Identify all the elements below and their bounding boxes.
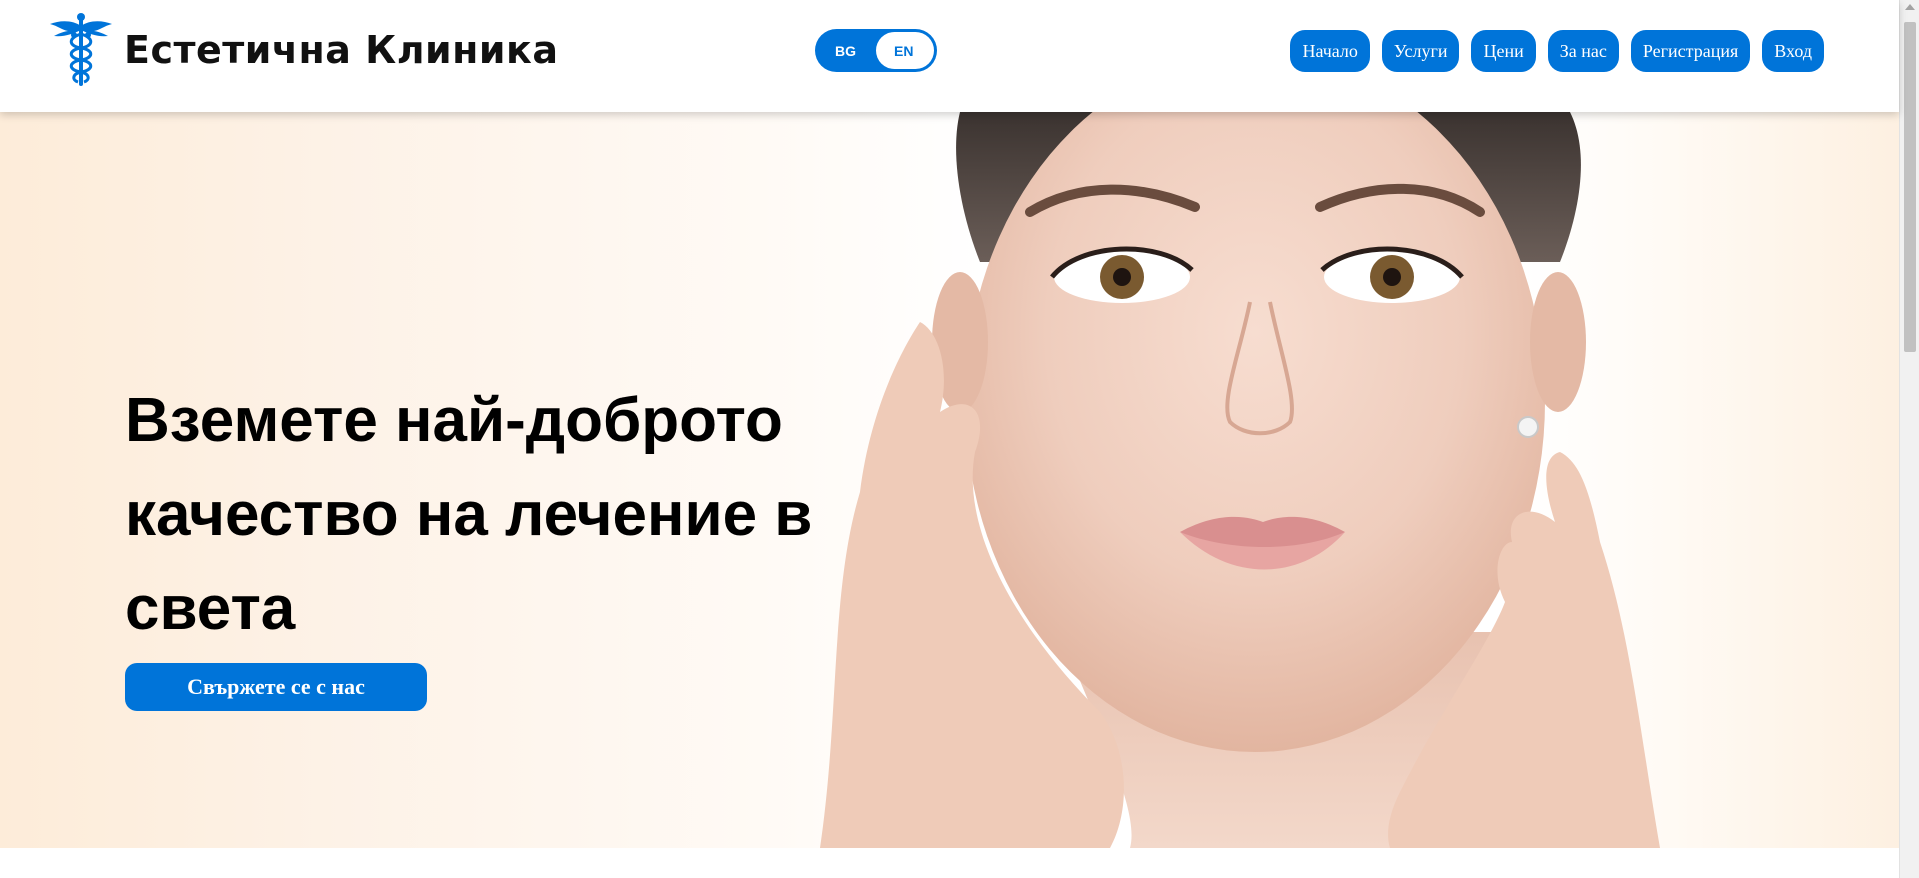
brand-name[interactable]: Естетична Клиника xyxy=(124,28,558,72)
scroll-up-arrow-icon[interactable] xyxy=(1905,4,1915,10)
nav-home-button[interactable]: Начало xyxy=(1290,30,1370,72)
nav-register-button[interactable]: Регистрация xyxy=(1630,30,1751,72)
language-toggle[interactable]: BG EN xyxy=(815,29,937,72)
nav-services-button[interactable]: Услуги xyxy=(1381,30,1460,72)
main-nav: Начало Услуги Цени За нас Регистрация Вх… xyxy=(1290,30,1824,72)
page: Естетична Клиника BG EN Начало Услуги Це… xyxy=(0,0,1899,878)
page-scrollbar[interactable] xyxy=(1899,0,1919,878)
below-fold-area xyxy=(0,848,1899,878)
scrollbar-thumb[interactable] xyxy=(1904,22,1916,352)
woman-face-portrait xyxy=(820,112,1660,848)
language-option-en[interactable]: EN xyxy=(894,43,913,59)
language-option-bg[interactable]: BG xyxy=(835,43,856,59)
nav-prices-button[interactable]: Цени xyxy=(1471,30,1536,72)
nav-about-button[interactable]: За нас xyxy=(1547,30,1619,72)
hero-title: Вземете най-доброто качество на лечение … xyxy=(125,386,813,643)
nav-login-button[interactable]: Вход xyxy=(1762,30,1824,72)
contact-us-button[interactable]: Свържете се с нас xyxy=(125,663,427,711)
hero-section: Вземете най-доброто качество на лечение … xyxy=(0,112,1899,848)
caduceus-icon[interactable] xyxy=(48,12,114,88)
site-header: Естетична Клиника BG EN Начало Услуги Це… xyxy=(0,0,1899,112)
